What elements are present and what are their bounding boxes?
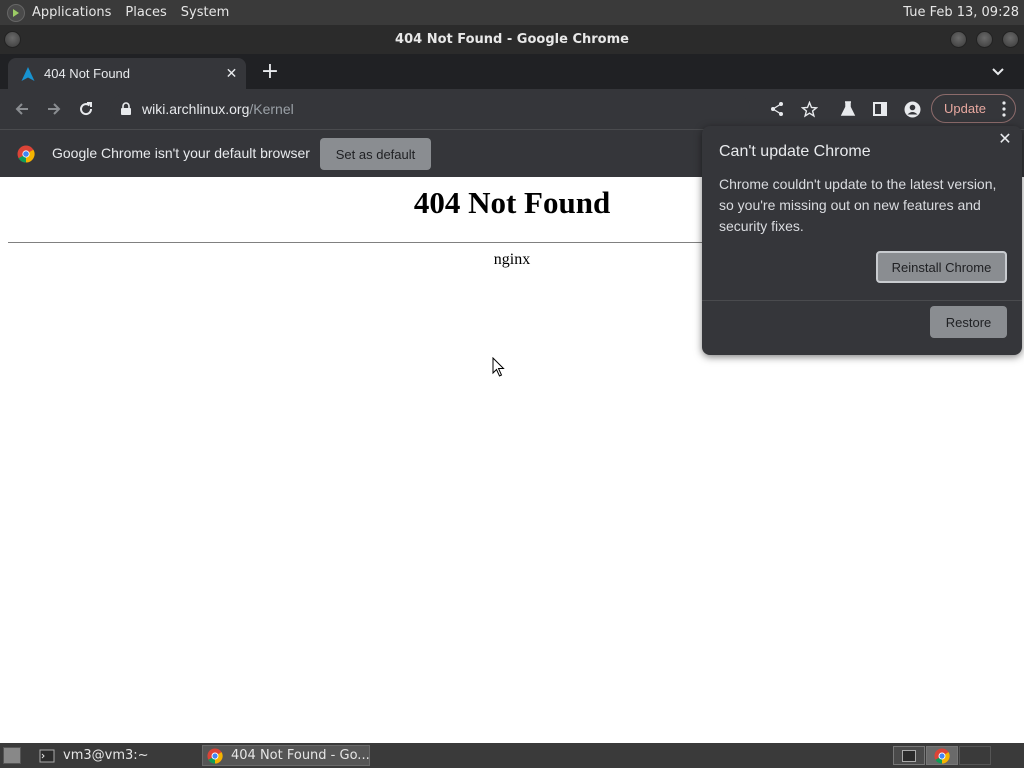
clock[interactable]: Tue Feb 13, 09:28: [903, 0, 1019, 25]
menu-system[interactable]: System: [174, 0, 236, 25]
update-error-bubble: ✕ Can't update Chrome Chrome couldn't up…: [702, 126, 1022, 355]
task-label: 404 Not Found - Go...: [231, 748, 370, 763]
tab-strip: 404 Not Found ✕ +: [0, 54, 1024, 89]
chevron-down-icon[interactable]: [990, 63, 1006, 79]
bubble-divider: [702, 300, 1022, 301]
new-tab-button[interactable]: +: [259, 61, 281, 83]
flask-icon: [840, 101, 856, 116]
tab-title: 404 Not Found: [44, 66, 131, 81]
terminal-icon: [902, 749, 916, 762]
task-chrome[interactable]: 404 Not Found - Go...: [202, 745, 370, 766]
chrome-icon: [207, 747, 223, 764]
star-icon: [800, 100, 818, 118]
profile-button[interactable]: [901, 98, 923, 120]
address-bar[interactable]: wiki.archlinux.org/Kernel: [110, 94, 750, 124]
bookmark-button[interactable]: [798, 98, 820, 120]
mouse-cursor-icon: [492, 357, 505, 377]
close-window-button[interactable]: [1002, 31, 1019, 48]
maximize-button[interactable]: [976, 31, 993, 48]
account-icon: [904, 101, 920, 117]
show-desktop-button[interactable]: [3, 747, 21, 764]
task-terminal[interactable]: vm3@vm3:~: [35, 745, 195, 766]
bubble-body: Chrome couldn't update to the latest ver…: [719, 176, 997, 234]
workspace-chrome-thumb[interactable]: [926, 746, 958, 765]
url-domain: wiki.archlinux.org: [142, 101, 250, 117]
side-panel-button[interactable]: [869, 98, 891, 120]
side-panel-icon: [873, 102, 887, 116]
task-label: vm3@vm3:~: [63, 748, 149, 763]
kebab-menu-icon: [1002, 101, 1006, 117]
back-button[interactable]: [11, 98, 33, 120]
share-button[interactable]: [766, 98, 788, 120]
minimize-button[interactable]: [950, 31, 967, 48]
tab-404-not-found[interactable]: 404 Not Found ✕: [8, 58, 246, 89]
close-tab-icon[interactable]: ✕: [223, 65, 240, 82]
reload-icon: [80, 102, 93, 116]
restore-button[interactable]: Restore: [930, 306, 1007, 338]
window-titlebar[interactable]: 404 Not Found - Google Chrome: [0, 25, 1024, 54]
forward-button[interactable]: [43, 98, 65, 120]
infobar-message: Google Chrome isn't your default browser: [52, 145, 310, 161]
window-title: 404 Not Found - Google Chrome: [395, 32, 629, 47]
arrow-left-icon: [15, 103, 28, 115]
reinstall-chrome-button[interactable]: Reinstall Chrome: [876, 251, 1007, 283]
browser-toolbar: wiki.archlinux.org/Kernel Update: [0, 89, 1024, 129]
bottom-taskbar: vm3@vm3:~ 404 Not Found - Go...: [0, 743, 1024, 768]
lock-icon[interactable]: [119, 102, 133, 116]
workspace-empty[interactable]: [959, 746, 991, 765]
arch-linux-icon: [21, 67, 35, 81]
update-label: Update: [944, 101, 986, 116]
share-icon: [771, 102, 783, 116]
url-path: /Kernel: [249, 101, 294, 117]
url-text: wiki.archlinux.org/Kernel: [142, 94, 294, 124]
update-button[interactable]: Update: [931, 94, 1016, 123]
chrome-logo-icon: [17, 145, 35, 163]
set-as-default-button[interactable]: Set as default: [320, 138, 431, 170]
labs-button[interactable]: [837, 98, 859, 120]
reload-button[interactable]: [75, 98, 97, 120]
top-panel: Applications Places System Tue Feb 13, 0…: [0, 0, 1024, 25]
close-bubble-icon[interactable]: ✕: [996, 131, 1014, 149]
bubble-title: Can't update Chrome: [719, 143, 871, 160]
workspace-terminal-thumb[interactable]: [893, 746, 925, 765]
arrow-right-icon: [48, 103, 61, 115]
menu-places[interactable]: Places: [118, 0, 173, 25]
chrome-icon: [934, 747, 950, 764]
menu-applications[interactable]: Applications: [25, 0, 118, 25]
terminal-icon: [39, 749, 55, 762]
gnome-foot-icon[interactable]: [7, 3, 25, 22]
